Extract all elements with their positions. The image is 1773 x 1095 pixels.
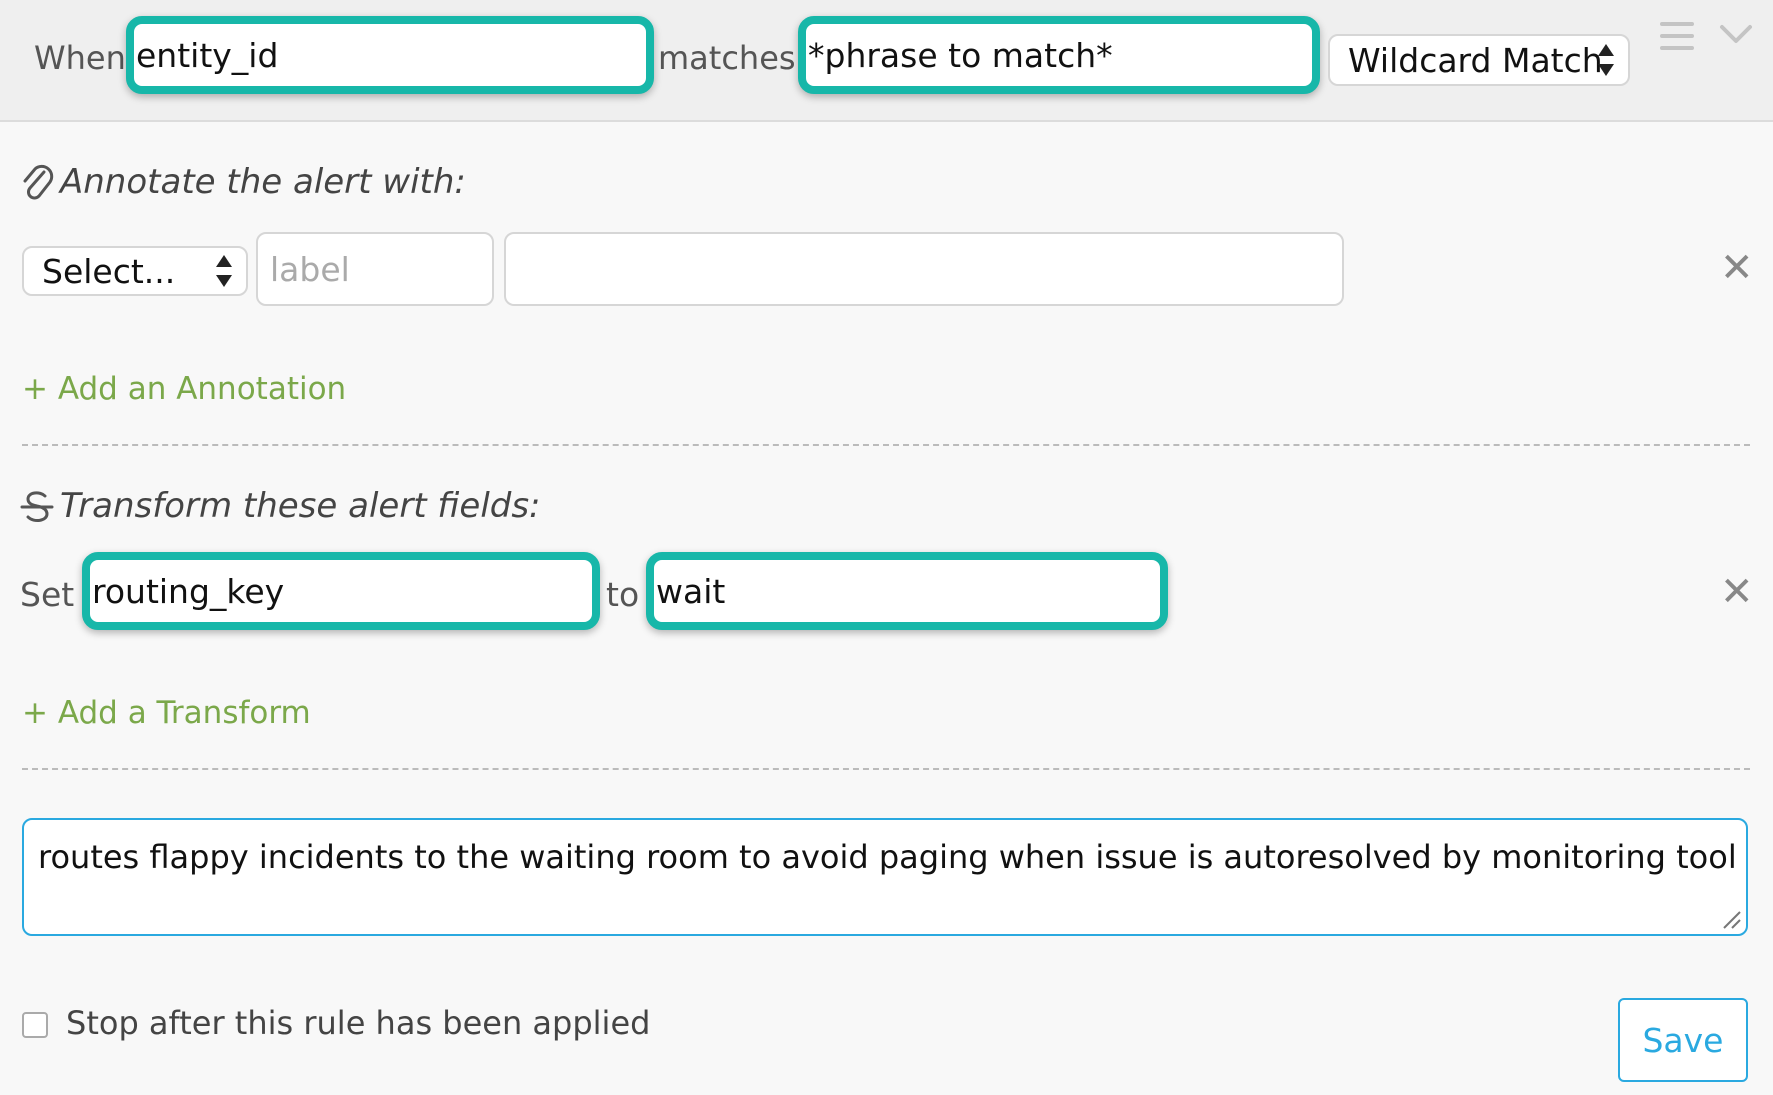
add-annotation-link[interactable]: + Add an Annotation	[22, 371, 346, 407]
annotation-type-select[interactable]: Select...	[22, 246, 248, 296]
annotate-section-title: Annotate the alert with:	[60, 162, 466, 202]
set-label: Set	[20, 575, 75, 614]
rule-description-text: routes flappy incidents to the waiting r…	[38, 838, 1737, 876]
transform-field-input[interactable]: routing_key	[82, 552, 600, 630]
annotation-label-input[interactable]: label	[256, 232, 494, 306]
transform-field-value: routing_key	[92, 571, 285, 611]
condition-field-value: entity_id	[136, 35, 279, 75]
condition-field-input[interactable]: entity_id	[126, 16, 654, 94]
when-label: When	[34, 39, 126, 77]
match-type-value: Wildcard Match	[1348, 40, 1603, 80]
section-divider	[22, 768, 1750, 770]
hamburger-icon[interactable]	[1660, 22, 1694, 52]
chevron-down-icon[interactable]	[1718, 22, 1754, 46]
transform-value-input[interactable]: wait	[646, 552, 1168, 630]
strikethrough-icon	[20, 488, 54, 526]
annotation-type-value: Select...	[42, 251, 176, 291]
stop-after-rule-label: Stop after this rule has been applied	[66, 1004, 651, 1042]
select-arrows-icon	[216, 255, 232, 287]
rule-description-textarea[interactable]: routes flappy incidents to the waiting r…	[22, 818, 1748, 936]
transform-section-title: Transform these alert fields:	[60, 486, 541, 526]
add-transform-link[interactable]: + Add a Transform	[22, 695, 311, 731]
select-arrows-icon	[1598, 44, 1614, 76]
save-button[interactable]: Save	[1618, 998, 1748, 1082]
to-label: to	[606, 575, 640, 614]
section-divider	[22, 444, 1750, 446]
paperclip-icon	[20, 162, 54, 202]
match-pattern-input[interactable]: *phrase to match*	[798, 16, 1320, 94]
close-icon[interactable]: ✕	[1720, 572, 1754, 612]
matches-label: matches	[658, 39, 796, 77]
match-type-select[interactable]: Wildcard Match	[1328, 34, 1630, 86]
resize-handle-icon[interactable]	[1720, 908, 1742, 930]
annotation-value-input[interactable]	[504, 232, 1344, 306]
close-icon[interactable]: ✕	[1720, 248, 1754, 288]
match-pattern-value: *phrase to match*	[808, 35, 1113, 75]
stop-after-rule-checkbox[interactable]	[22, 1012, 48, 1038]
annotation-label-placeholder: label	[270, 249, 350, 289]
transform-value-text: wait	[656, 571, 726, 611]
